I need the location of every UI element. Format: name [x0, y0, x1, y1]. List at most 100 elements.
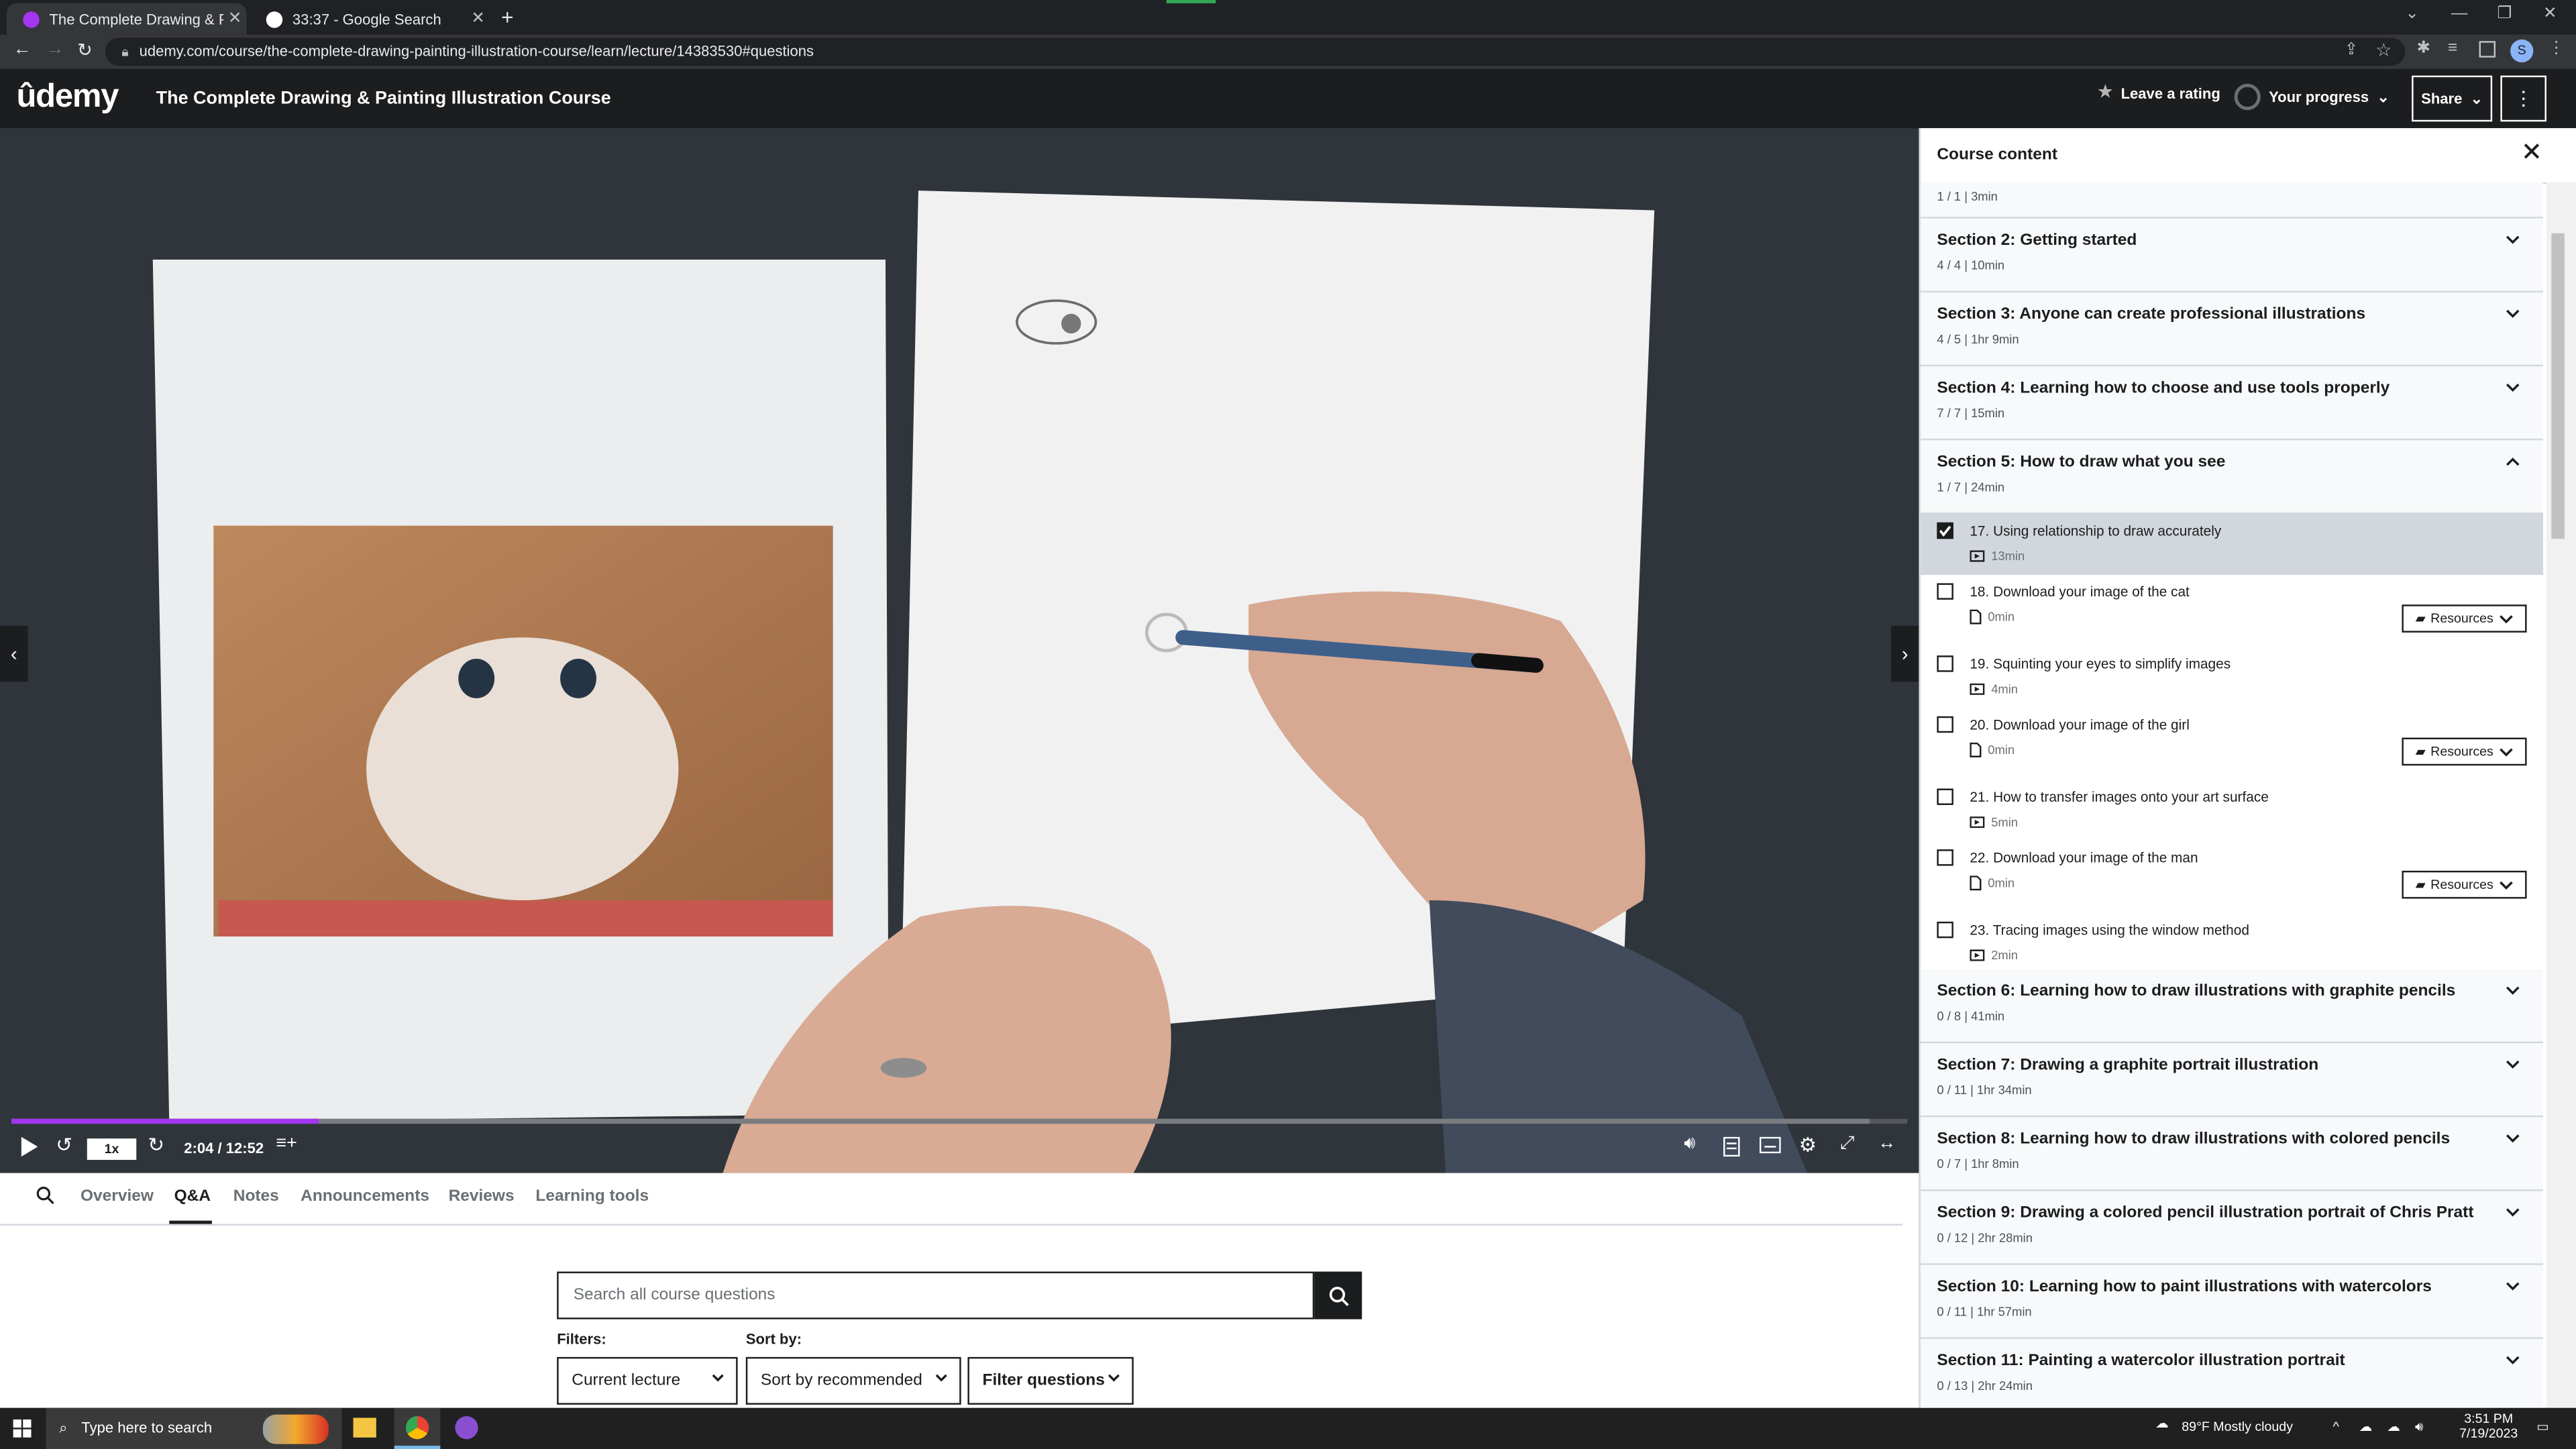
- share-button[interactable]: Share ⌄: [2412, 75, 2493, 122]
- filter-questions-button[interactable]: Filter questions: [967, 1356, 1134, 1405]
- speaker-icon[interactable]: 🔊︎: [2415, 1419, 2423, 1436]
- onedrive-icon[interactable]: ☁: [2387, 1419, 2400, 1434]
- reload-icon[interactable]: ↻: [77, 40, 93, 60]
- leave-rating-button[interactable]: ★ Leave a rating: [2098, 84, 2220, 102]
- playback-speed-button[interactable]: 1x: [87, 1138, 137, 1160]
- section-header[interactable]: Section 7: Drawing a graphite portrait i…: [1920, 1043, 2544, 1118]
- video-player[interactable]: ‹ › ↺ 1x ↻ 2:04 / 12:52 ≡+ 🔊︎ ⚙ ⤢ ↔: [0, 128, 1919, 1173]
- github-desktop-icon[interactable]: [455, 1416, 478, 1440]
- share-page-icon[interactable]: ⇪: [2345, 41, 2359, 59]
- weather-text[interactable]: 89°F Mostly cloudy: [2182, 1419, 2293, 1434]
- lecture-item[interactable]: 20. Download your image of the girl 0min ▰…: [1920, 708, 2544, 781]
- tab-search-icon[interactable]: ⌄: [2405, 5, 2419, 23]
- lecture-complete-checkbox[interactable]: [1937, 849, 1953, 866]
- notification-icon[interactable]: ▭: [2536, 1419, 2549, 1434]
- rewind-5-icon[interactable]: ↺: [56, 1134, 72, 1157]
- forward-icon[interactable]: →: [46, 40, 64, 59]
- profile-avatar-icon[interactable]: S: [2510, 39, 2534, 63]
- section-header[interactable]: Section 8: Learning how to draw illustra…: [1920, 1117, 2544, 1191]
- file-explorer-icon[interactable]: [353, 1417, 376, 1438]
- course-title[interactable]: The Complete Drawing & Painting Illustra…: [156, 89, 611, 108]
- lecture-complete-checkbox[interactable]: [1937, 522, 1953, 539]
- expand-width-icon[interactable]: ↔: [1878, 1134, 1896, 1153]
- lecture-complete-checkbox[interactable]: [1937, 921, 1953, 938]
- lecture-filter-select[interactable]: Current lecture: [557, 1356, 738, 1405]
- resources-button[interactable]: ▰ Resources: [2402, 870, 2527, 899]
- sort-select[interactable]: Sort by recommended: [745, 1356, 961, 1405]
- new-tab-icon[interactable]: +: [501, 5, 514, 30]
- lecture-complete-checkbox[interactable]: [1937, 788, 1953, 806]
- lecture-duration: 13min: [1991, 548, 2025, 564]
- lecture-content-panel: Overview Q&A Notes Announcements Reviews…: [0, 1173, 1919, 1408]
- section-header[interactable]: Section 9: Drawing a colored pencil illu…: [1920, 1191, 2544, 1265]
- bookmark-star-icon[interactable]: ☆: [2375, 40, 2392, 60]
- your-progress-button[interactable]: Your progress ⌄: [2234, 83, 2390, 111]
- side-panel-icon[interactable]: [2479, 41, 2496, 58]
- chrome-taskbar-button[interactable]: [394, 1407, 441, 1449]
- section-header[interactable]: Section 11: Painting a watercolor illust…: [1920, 1338, 2544, 1408]
- lecture-item[interactable]: 21. How to transfer images onto your art…: [1920, 780, 2544, 841]
- tab-announcements[interactable]: Announcements: [301, 1188, 429, 1206]
- close-window-icon[interactable]: ✕: [2543, 5, 2557, 23]
- tab-qa[interactable]: Q&A: [174, 1188, 211, 1206]
- address-bar[interactable]: 🔒︎ udemy.com/course/the-complete-drawing…: [105, 38, 2406, 66]
- minimize-icon[interactable]: —: [2451, 5, 2467, 23]
- close-tab-icon[interactable]: ✕: [467, 10, 490, 28]
- fullscreen-icon[interactable]: ⤢: [1840, 1134, 1855, 1155]
- more-options-button[interactable]: ⋮: [2500, 75, 2546, 122]
- browser-tab-udemy[interactable]: The Complete Drawing & Paintin ✕: [6, 3, 247, 35]
- search-tab-icon[interactable]: [36, 1186, 54, 1205]
- chevron-down-icon: ⌄: [2377, 88, 2390, 105]
- network-icon[interactable]: ☁: [2359, 1419, 2373, 1434]
- section-header[interactable]: Section 4: Learning how to choose and us…: [1920, 366, 2544, 441]
- section-header[interactable]: Section 2: Getting started 4 / 4 | 10min: [1920, 218, 2544, 292]
- section-header[interactable]: Section 5: How to draw what you see 1 / 7…: [1920, 440, 2544, 515]
- clock[interactable]: 3:51 PM 7/19/2023: [2459, 1411, 2518, 1441]
- tab-learning-tools[interactable]: Learning tools: [535, 1188, 649, 1206]
- extensions-icon[interactable]: ✱: [2416, 40, 2430, 58]
- settings-gear-icon[interactable]: ⚙: [1799, 1134, 1817, 1157]
- tab-notes[interactable]: Notes: [233, 1188, 279, 1206]
- section-header[interactable]: Section 6: Learning how to draw illustra…: [1920, 969, 2544, 1044]
- captions-icon[interactable]: [1759, 1136, 1781, 1154]
- transcript-icon[interactable]: [1723, 1136, 1740, 1157]
- lecture-item[interactable]: 22. Download your image of the man 0min ▰ R…: [1920, 841, 2544, 914]
- lecture-item[interactable]: 18. Download your image of the cat 0min ▰ R…: [1920, 575, 2544, 647]
- resources-button[interactable]: ▰ Resources: [2402, 604, 2527, 633]
- tab-overview[interactable]: Overview: [80, 1188, 154, 1206]
- lecture-complete-checkbox[interactable]: [1937, 716, 1953, 733]
- lecture-complete-checkbox[interactable]: [1937, 583, 1953, 600]
- play-icon[interactable]: [19, 1136, 38, 1157]
- lecture-item[interactable]: 19. Squinting your eyes to simplify imag…: [1920, 647, 2544, 708]
- windows-start-icon[interactable]: [13, 1419, 32, 1438]
- back-icon[interactable]: ←: [13, 40, 32, 59]
- browser-menu-icon[interactable]: ⋮: [2548, 40, 2564, 58]
- weather-icon[interactable]: ☁: [2155, 1416, 2169, 1431]
- resources-button[interactable]: ▰ Resources: [2402, 737, 2527, 766]
- forward-5-icon[interactable]: ↻: [148, 1134, 164, 1157]
- lecture-complete-checkbox[interactable]: [1937, 655, 1953, 672]
- lecture-item[interactable]: 17. Using relationship to draw accuratel…: [1920, 514, 2544, 576]
- browser-tab-google[interactable]: 33:37 - Google Search ✕: [250, 3, 490, 35]
- section-header[interactable]: Section 10: Learning how to paint illust…: [1920, 1265, 2544, 1339]
- reading-list-icon[interactable]: ≡: [2448, 40, 2457, 58]
- tab-reviews[interactable]: Reviews: [449, 1188, 515, 1206]
- section-header[interactable]: Section 3: Anyone can create professiona…: [1920, 292, 2544, 367]
- sidebar-scroll-thumb[interactable]: [2551, 233, 2565, 539]
- lecture-item[interactable]: 23. Tracing images using the window meth…: [1920, 913, 2544, 969]
- close-tab-icon[interactable]: ✕: [223, 10, 246, 28]
- question-search-button[interactable]: [1314, 1271, 1362, 1320]
- resources-label: Resources: [2430, 744, 2493, 759]
- udemy-logo[interactable]: ûdemy: [16, 79, 119, 117]
- close-sidebar-button[interactable]: [2524, 143, 2540, 159]
- question-search-input[interactable]: Search all course questions: [557, 1271, 1315, 1320]
- search-highlight-icon[interactable]: [262, 1414, 329, 1444]
- add-note-icon[interactable]: ≡+: [276, 1134, 297, 1153]
- tray-overflow-icon[interactable]: ^: [2333, 1419, 2339, 1434]
- volume-icon[interactable]: 🔊︎: [1684, 1134, 1695, 1155]
- maximize-icon[interactable]: ❐: [2497, 5, 2512, 23]
- section-1-tail[interactable]: 1 / 1 | 3min: [1920, 182, 2544, 219]
- video-progress-bar[interactable]: [11, 1118, 1908, 1124]
- next-lecture-button[interactable]: ›: [1890, 626, 1919, 682]
- previous-lecture-button[interactable]: ‹: [0, 626, 28, 682]
